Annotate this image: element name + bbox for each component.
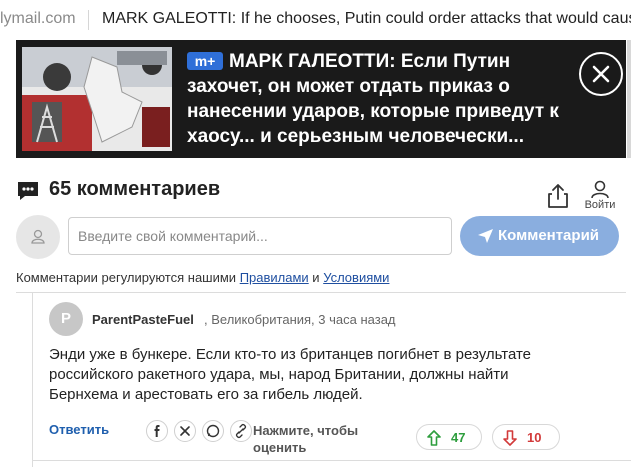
- current-user-avatar: [16, 215, 60, 259]
- tab-separator: [88, 10, 89, 30]
- comment-input[interactable]: [68, 217, 452, 255]
- divider-bottom: [33, 460, 631, 461]
- arrow-down-icon: [503, 430, 517, 446]
- upvote-button[interactable]: 47: [416, 424, 482, 450]
- comment-author[interactable]: ParentPasteFuel: [92, 312, 194, 327]
- share-button[interactable]: [546, 183, 570, 209]
- downvote-button[interactable]: 10: [492, 424, 560, 450]
- rate-hint: Нажмите, чтобы оценить: [253, 423, 359, 455]
- thread-rail: [32, 293, 33, 467]
- x-icon: [180, 426, 190, 436]
- article-thumbnail[interactable]: [22, 47, 172, 151]
- rules-link[interactable]: Правилами: [240, 270, 309, 285]
- login-label: Войти: [584, 199, 616, 211]
- comment-author-avatar[interactable]: P: [49, 302, 83, 336]
- facebook-icon: [154, 425, 160, 437]
- tab-title[interactable]: MARK GALEOTTI: If he chooses, Putin coul…: [102, 10, 631, 28]
- link-icon: [235, 423, 247, 439]
- share-whatsapp-button[interactable]: [202, 420, 224, 442]
- article-header-banner: m+ МАРК ГАЛЕОТТИ: Если Путин захочет, он…: [16, 40, 626, 158]
- scrollbar[interactable]: [627, 40, 631, 158]
- close-button[interactable]: [579, 52, 623, 96]
- whatsapp-icon: [206, 424, 220, 438]
- browser-tab-strip: lymail.com MARK GALEOTTI: If he chooses,…: [0, 0, 631, 38]
- reply-button[interactable]: Ответить: [49, 420, 109, 439]
- user-icon: [591, 180, 609, 198]
- terms-link[interactable]: Условиями: [323, 270, 389, 285]
- article-headline: МАРК ГАЛЕОТТИ: Если Путин захочет, он мо…: [187, 51, 559, 147]
- arrow-up-icon: [427, 430, 441, 446]
- comments-icon: [18, 182, 38, 200]
- rules-and: и: [308, 270, 324, 285]
- submit-comment-button[interactable]: Комментарий: [460, 216, 619, 256]
- comment-meta: , Великобритания, 3 часа назад: [204, 312, 396, 327]
- user-placeholder-icon: [31, 229, 45, 244]
- submit-comment-label: Комментарий: [498, 227, 600, 244]
- login-button[interactable]: Войти: [580, 180, 620, 212]
- rules-prefix: Комментарии регулируются нашими: [16, 270, 240, 285]
- comment-text: Энди уже в бункере. Если кто-то из брита…: [49, 346, 532, 403]
- upvote-count: 47: [451, 430, 466, 445]
- close-icon: [592, 65, 610, 83]
- share-x-button[interactable]: [174, 420, 196, 442]
- downvote-count: 10: [527, 430, 542, 445]
- rules-notice: Комментарии регулируются нашими Правилам…: [16, 270, 389, 285]
- copy-link-button[interactable]: [230, 420, 252, 442]
- share-icon: [548, 184, 568, 208]
- comments-count: 65 комментариев: [49, 178, 221, 200]
- send-icon: [478, 229, 493, 243]
- tab-domain[interactable]: lymail.com: [0, 10, 76, 28]
- share-facebook-button[interactable]: [146, 420, 168, 442]
- divider: [16, 292, 626, 293]
